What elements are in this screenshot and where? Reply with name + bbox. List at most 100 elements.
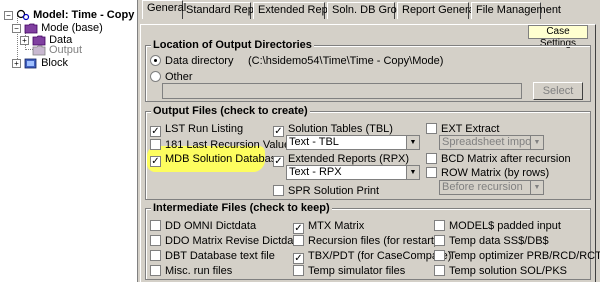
tab-extended-reports[interactable]: Extended Reports [253, 2, 346, 19]
row-matrix-checkbox[interactable] [426, 167, 437, 178]
temp-opt-option[interactable]: Temp optimizer PRB/RCD/RCT [434, 250, 600, 263]
mtx-checkbox[interactable]: ✓ [293, 223, 304, 234]
solution-tables-value: Text - TBL [289, 136, 339, 148]
collapse-icon[interactable]: − [12, 23, 21, 33]
temp-opt-label: Temp optimizer PRB/RCD/RCT [449, 250, 600, 262]
dropdown-arrow-icon[interactable]: ▼ [406, 166, 419, 179]
lst-checkbox[interactable]: ✓ [150, 126, 161, 137]
recursion-files-option[interactable]: Recursion files (for restart) [293, 235, 438, 248]
misc-label: Misc. run files [165, 265, 233, 277]
case-settings-button[interactable]: Case Settings [528, 25, 588, 49]
temp-opt-checkbox[interactable] [434, 250, 445, 261]
data-directory-label: Data directory [165, 55, 234, 67]
collapse-icon[interactable]: − [4, 10, 13, 20]
temp-sim-checkbox[interactable] [293, 265, 304, 276]
ddo-option[interactable]: DDO Matrix Revise Dictdata [150, 235, 303, 248]
row-matrix-option[interactable]: ROW Matrix (by rows) [426, 167, 549, 180]
data-directory-option[interactable]: Data directory [150, 55, 233, 68]
last-recursion-option[interactable]: 181 Last Recursion Values [150, 139, 296, 152]
temp-sim-label: Temp simulator files [308, 265, 406, 277]
mdb-option[interactable]: ✓ MDB Solution Database [150, 153, 282, 167]
expand-icon[interactable]: + [20, 35, 29, 45]
mdb-checkbox[interactable]: ✓ [150, 156, 161, 167]
ddo-label: DDO Matrix Revise Dictdata [165, 235, 303, 247]
dropdown-arrow-icon[interactable]: ▼ [530, 181, 543, 194]
spr-label: SPR Solution Print [288, 185, 380, 197]
tree-item-output[interactable]: Output [32, 43, 82, 57]
ext-extract-checkbox[interactable] [426, 123, 437, 134]
recursion-files-label: Recursion files (for restart) [308, 235, 438, 247]
recursion-files-checkbox[interactable] [293, 235, 304, 246]
data-directory-radio[interactable] [150, 55, 161, 66]
model-icon [16, 9, 30, 21]
ddo-checkbox[interactable] [150, 235, 161, 246]
dbt-option[interactable]: DBT Database text file [150, 250, 275, 263]
ext-extract-select[interactable]: Spreadsheet import (R1 ▼ [439, 135, 544, 150]
other-directory-radio[interactable] [150, 71, 161, 82]
models-checkbox[interactable] [434, 220, 445, 231]
mtx-option[interactable]: ✓ MTX Matrix [293, 220, 364, 234]
group-title: Intermediate Files (check to keep) [151, 202, 332, 214]
row-matrix-label: ROW Matrix (by rows) [441, 167, 550, 179]
lst-label: LST Run Listing [165, 123, 244, 135]
data-directory-path: (C:\hsidemo54\Time\Time - Copy\Mode) [248, 55, 444, 67]
tab-standard-reports[interactable]: Standard Reports [181, 2, 272, 19]
dd-omni-option[interactable]: DD OMNI Dictdata [150, 220, 256, 233]
bcd-label: BCD Matrix after recursion [441, 153, 571, 165]
tree-label-model: Model: Time - Copy [33, 9, 135, 21]
extended-reports-value: Text - RPX [289, 166, 342, 178]
temp-sol-checkbox[interactable] [434, 265, 445, 276]
tbx-label: TBX/PDT (for CaseCompare) [308, 250, 452, 262]
row-matrix-value: Before recursion [442, 181, 523, 193]
temp-sol-option[interactable]: Temp solution SOL/PKS [434, 265, 567, 278]
spr-option[interactable]: SPR Solution Print [273, 185, 379, 198]
row-matrix-select[interactable]: Before recursion ▼ [439, 180, 544, 195]
bcd-option[interactable]: BCD Matrix after recursion [426, 153, 571, 166]
tree-label-block: Block [41, 57, 68, 69]
other-directory-input[interactable] [162, 83, 522, 99]
ext-extract-value: Spreadsheet import (R1 [442, 136, 543, 148]
dropdown-arrow-icon[interactable]: ▼ [406, 136, 419, 149]
last-recursion-checkbox[interactable] [150, 139, 161, 150]
dd-omni-checkbox[interactable] [150, 220, 161, 231]
models-option[interactable]: MODEL$ padded input [434, 220, 561, 233]
tab-file-management[interactable]: File Management [471, 2, 561, 19]
extended-reports-label: Extended Reports (RPX) [288, 153, 410, 165]
tab-general[interactable]: General [142, 0, 186, 19]
dropdown-arrow-icon[interactable]: ▼ [530, 136, 543, 149]
select-button[interactable]: Select [533, 82, 583, 100]
last-recursion-label: 181 Last Recursion Values [165, 139, 296, 151]
group-title: Location of Output Directories [151, 39, 314, 51]
models-label: MODEL$ padded input [449, 220, 561, 232]
group-title: Output Files (check to create) [151, 105, 310, 117]
dbt-checkbox[interactable] [150, 250, 161, 261]
temp-sim-option[interactable]: Temp simulator files [293, 265, 405, 278]
extended-reports-select[interactable]: Text - RPX ▼ [286, 165, 420, 180]
block-icon [24, 58, 37, 69]
mdb-label: MDB Solution Database [165, 153, 283, 165]
ext-extract-label: EXT Extract [441, 123, 500, 135]
misc-option[interactable]: Misc. run files [150, 265, 232, 278]
model-tree: − Model: Time - Copy − Mode (base) + Dat… [0, 0, 138, 282]
tab-soln-db-groups[interactable]: Soln. DB Groups [327, 2, 415, 19]
extended-reports-checkbox[interactable]: ✓ [273, 156, 284, 167]
solution-tables-select[interactable]: Text - TBL ▼ [286, 135, 420, 150]
spr-checkbox[interactable] [273, 185, 284, 196]
dd-omni-label: DD OMNI Dictdata [165, 220, 257, 232]
temp-data-option[interactable]: Temp data SS$/DB$ [434, 235, 549, 248]
tree-label-output: Output [49, 44, 83, 56]
other-directory-label: Other [165, 71, 193, 83]
bcd-checkbox[interactable] [426, 153, 437, 164]
lst-option[interactable]: ✓ LST Run Listing [150, 123, 243, 137]
misc-checkbox[interactable] [150, 265, 161, 276]
solution-tables-checkbox[interactable]: ✓ [273, 126, 284, 137]
folder-icon [32, 45, 46, 56]
tbx-checkbox[interactable]: ✓ [293, 253, 304, 264]
temp-data-checkbox[interactable] [434, 235, 445, 246]
tab-report-generator[interactable]: Report Generator [397, 2, 488, 19]
tree-item-block[interactable]: + Block [12, 56, 68, 70]
temp-sol-label: Temp solution SOL/PKS [449, 265, 568, 277]
tree-item-model[interactable]: − Model: Time - Copy [4, 8, 134, 22]
tbx-option[interactable]: ✓ TBX/PDT (for CaseCompare) [293, 250, 451, 264]
expand-icon[interactable]: + [12, 58, 21, 68]
